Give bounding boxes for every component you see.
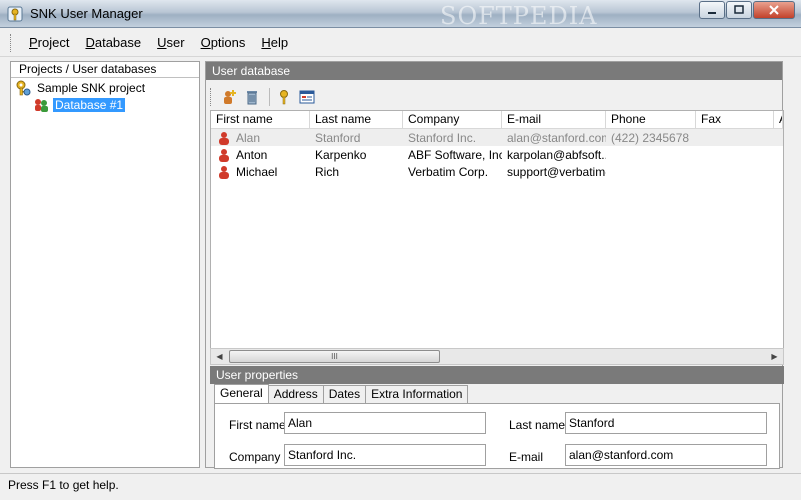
key-icon <box>280 90 288 105</box>
scroll-left-icon[interactable]: ◀ <box>211 349 228 364</box>
menu-grip <box>10 33 13 52</box>
table-row[interactable]: Michael Rich Verbatim Corp. support@verb… <box>211 163 783 180</box>
menu-user-mnemonic: U <box>157 35 167 50</box>
delete-user-button[interactable] <box>242 87 262 107</box>
menu-options[interactable]: Options <box>193 33 254 52</box>
company-field[interactable] <box>284 444 486 466</box>
scroll-grip-label: III <box>331 352 338 361</box>
cell-company: ABF Software, Inc. <box>408 147 502 162</box>
password-button[interactable] <box>274 87 294 107</box>
cell-phone: (422) 2345678 <box>611 130 690 145</box>
menu-database-mnemonic: D <box>85 35 95 50</box>
status-bar: Press F1 to get help. <box>0 473 801 500</box>
key-project-icon <box>16 80 31 96</box>
user-properties-title: User properties <box>210 366 784 384</box>
window-controls <box>698 1 795 19</box>
cell-email: alan@stanford.com <box>507 130 606 145</box>
first-name-label: First name <box>229 418 286 432</box>
tab-extra-information[interactable]: Extra Information <box>365 385 469 403</box>
add-user-icon <box>224 90 236 104</box>
column-fax[interactable]: Fax <box>696 111 774 128</box>
close-button[interactable] <box>753 1 795 19</box>
tree-item-database-label: Database #1 <box>53 98 126 112</box>
cell-last-name: Karpenko <box>315 147 367 162</box>
scroll-thumb[interactable]: III <box>229 350 440 363</box>
status-text: Press F1 to get help. <box>8 478 119 492</box>
column-a[interactable]: A <box>774 111 783 128</box>
email-field[interactable] <box>565 444 767 466</box>
menu-bar: Project Database User Options Help <box>0 29 801 57</box>
user-icon <box>219 148 229 162</box>
menu-database[interactable]: Database <box>77 33 149 52</box>
toolbar-separator <box>269 88 270 106</box>
menu-options-mnemonic: O <box>200 35 211 50</box>
close-icon <box>769 5 779 15</box>
cell-last-name: Stanford <box>315 130 361 145</box>
cell-first-name: Michael <box>236 164 278 179</box>
user-icon <box>219 131 229 145</box>
table-header: First name Last name Company E-mail Phon… <box>211 111 783 129</box>
tab-address[interactable]: Address <box>267 385 324 403</box>
company-label: Company <box>229 450 281 464</box>
tree-item-database[interactable]: Database #1 <box>33 97 126 113</box>
maximize-icon <box>734 5 744 14</box>
cell-email: karpolan@abfsoft... <box>507 147 606 162</box>
menu-project-mnemonic: P <box>29 35 38 50</box>
properties-icon <box>299 90 315 104</box>
minimize-icon <box>708 12 716 14</box>
email-label: E-mail <box>509 450 544 464</box>
scroll-right-icon[interactable]: ▶ <box>766 349 783 364</box>
table-horizontal-scrollbar[interactable]: ◀ III ▶ <box>210 348 784 365</box>
tree-item-project-label: Sample SNK project <box>37 81 146 95</box>
first-name-field[interactable] <box>284 412 486 434</box>
delete-icon <box>247 91 257 105</box>
menu-user-label: ser <box>166 35 185 50</box>
last-name-field[interactable] <box>565 412 767 434</box>
cell-company: Verbatim Corp. <box>408 164 489 179</box>
table-row[interactable]: Anton Karpenko ABF Software, Inc. karpol… <box>211 146 783 163</box>
menu-options-label: ptions <box>210 35 246 50</box>
add-user-button[interactable] <box>219 87 239 107</box>
user-table[interactable]: First name Last name Company E-mail Phon… <box>210 110 784 350</box>
cell-first-name: Anton <box>236 147 268 162</box>
tab-dates[interactable]: Dates <box>322 385 367 403</box>
general-tab-content: First name Last name Company E-mail <box>214 403 780 469</box>
project-tree-panel[interactable]: Projects / User databases Sample SNK pro… <box>10 61 200 468</box>
maximize-button[interactable] <box>726 1 752 19</box>
users-database-icon <box>35 99 48 112</box>
menu-help[interactable]: Help <box>253 33 296 52</box>
menu-database-label: atabase <box>94 35 142 50</box>
column-phone[interactable]: Phone <box>606 111 696 128</box>
user-database-panel: User database First name Last name Compa… <box>205 61 784 469</box>
menu-project[interactable]: Project <box>21 33 77 52</box>
cell-company: Stanford Inc. <box>408 130 477 145</box>
column-first-name[interactable]: First name <box>211 111 310 128</box>
column-last-name[interactable]: Last name <box>310 111 403 128</box>
table-row[interactable]: Alan Stanford Stanford Inc. alan@stanfor… <box>211 129 783 146</box>
cell-last-name: Rich <box>315 164 340 179</box>
cell-email: support@verbatim-... <box>507 164 606 179</box>
minimize-button[interactable] <box>699 1 725 19</box>
watermark-text: SOFTPEDIA <box>440 2 598 30</box>
properties-button[interactable] <box>297 87 317 107</box>
title-bar[interactable]: SNK User Manager SOFTPEDIA <box>0 0 801 30</box>
toolbar-grip <box>210 88 213 106</box>
user-database-title: User database <box>206 62 782 80</box>
cell-first-name: Alan <box>236 130 261 145</box>
menu-help-mnemonic: H <box>261 35 271 50</box>
tab-general[interactable]: General <box>214 384 269 403</box>
window-title: SNK User Manager <box>30 6 143 21</box>
column-email[interactable]: E-mail <box>502 111 606 128</box>
properties-tabs: General Address Dates Extra Information <box>214 384 469 403</box>
app-key-icon <box>7 6 23 22</box>
user-toolbar <box>210 86 320 108</box>
menu-help-label: elp <box>270 35 289 50</box>
tree-header: Projects / User databases <box>11 62 199 78</box>
user-icon <box>219 165 229 179</box>
column-company[interactable]: Company <box>403 111 502 128</box>
tree-item-project[interactable]: Sample SNK project <box>15 80 147 96</box>
last-name-label: Last name <box>509 418 566 432</box>
menu-project-label: roject <box>37 35 70 50</box>
menu-user[interactable]: User <box>149 33 192 52</box>
